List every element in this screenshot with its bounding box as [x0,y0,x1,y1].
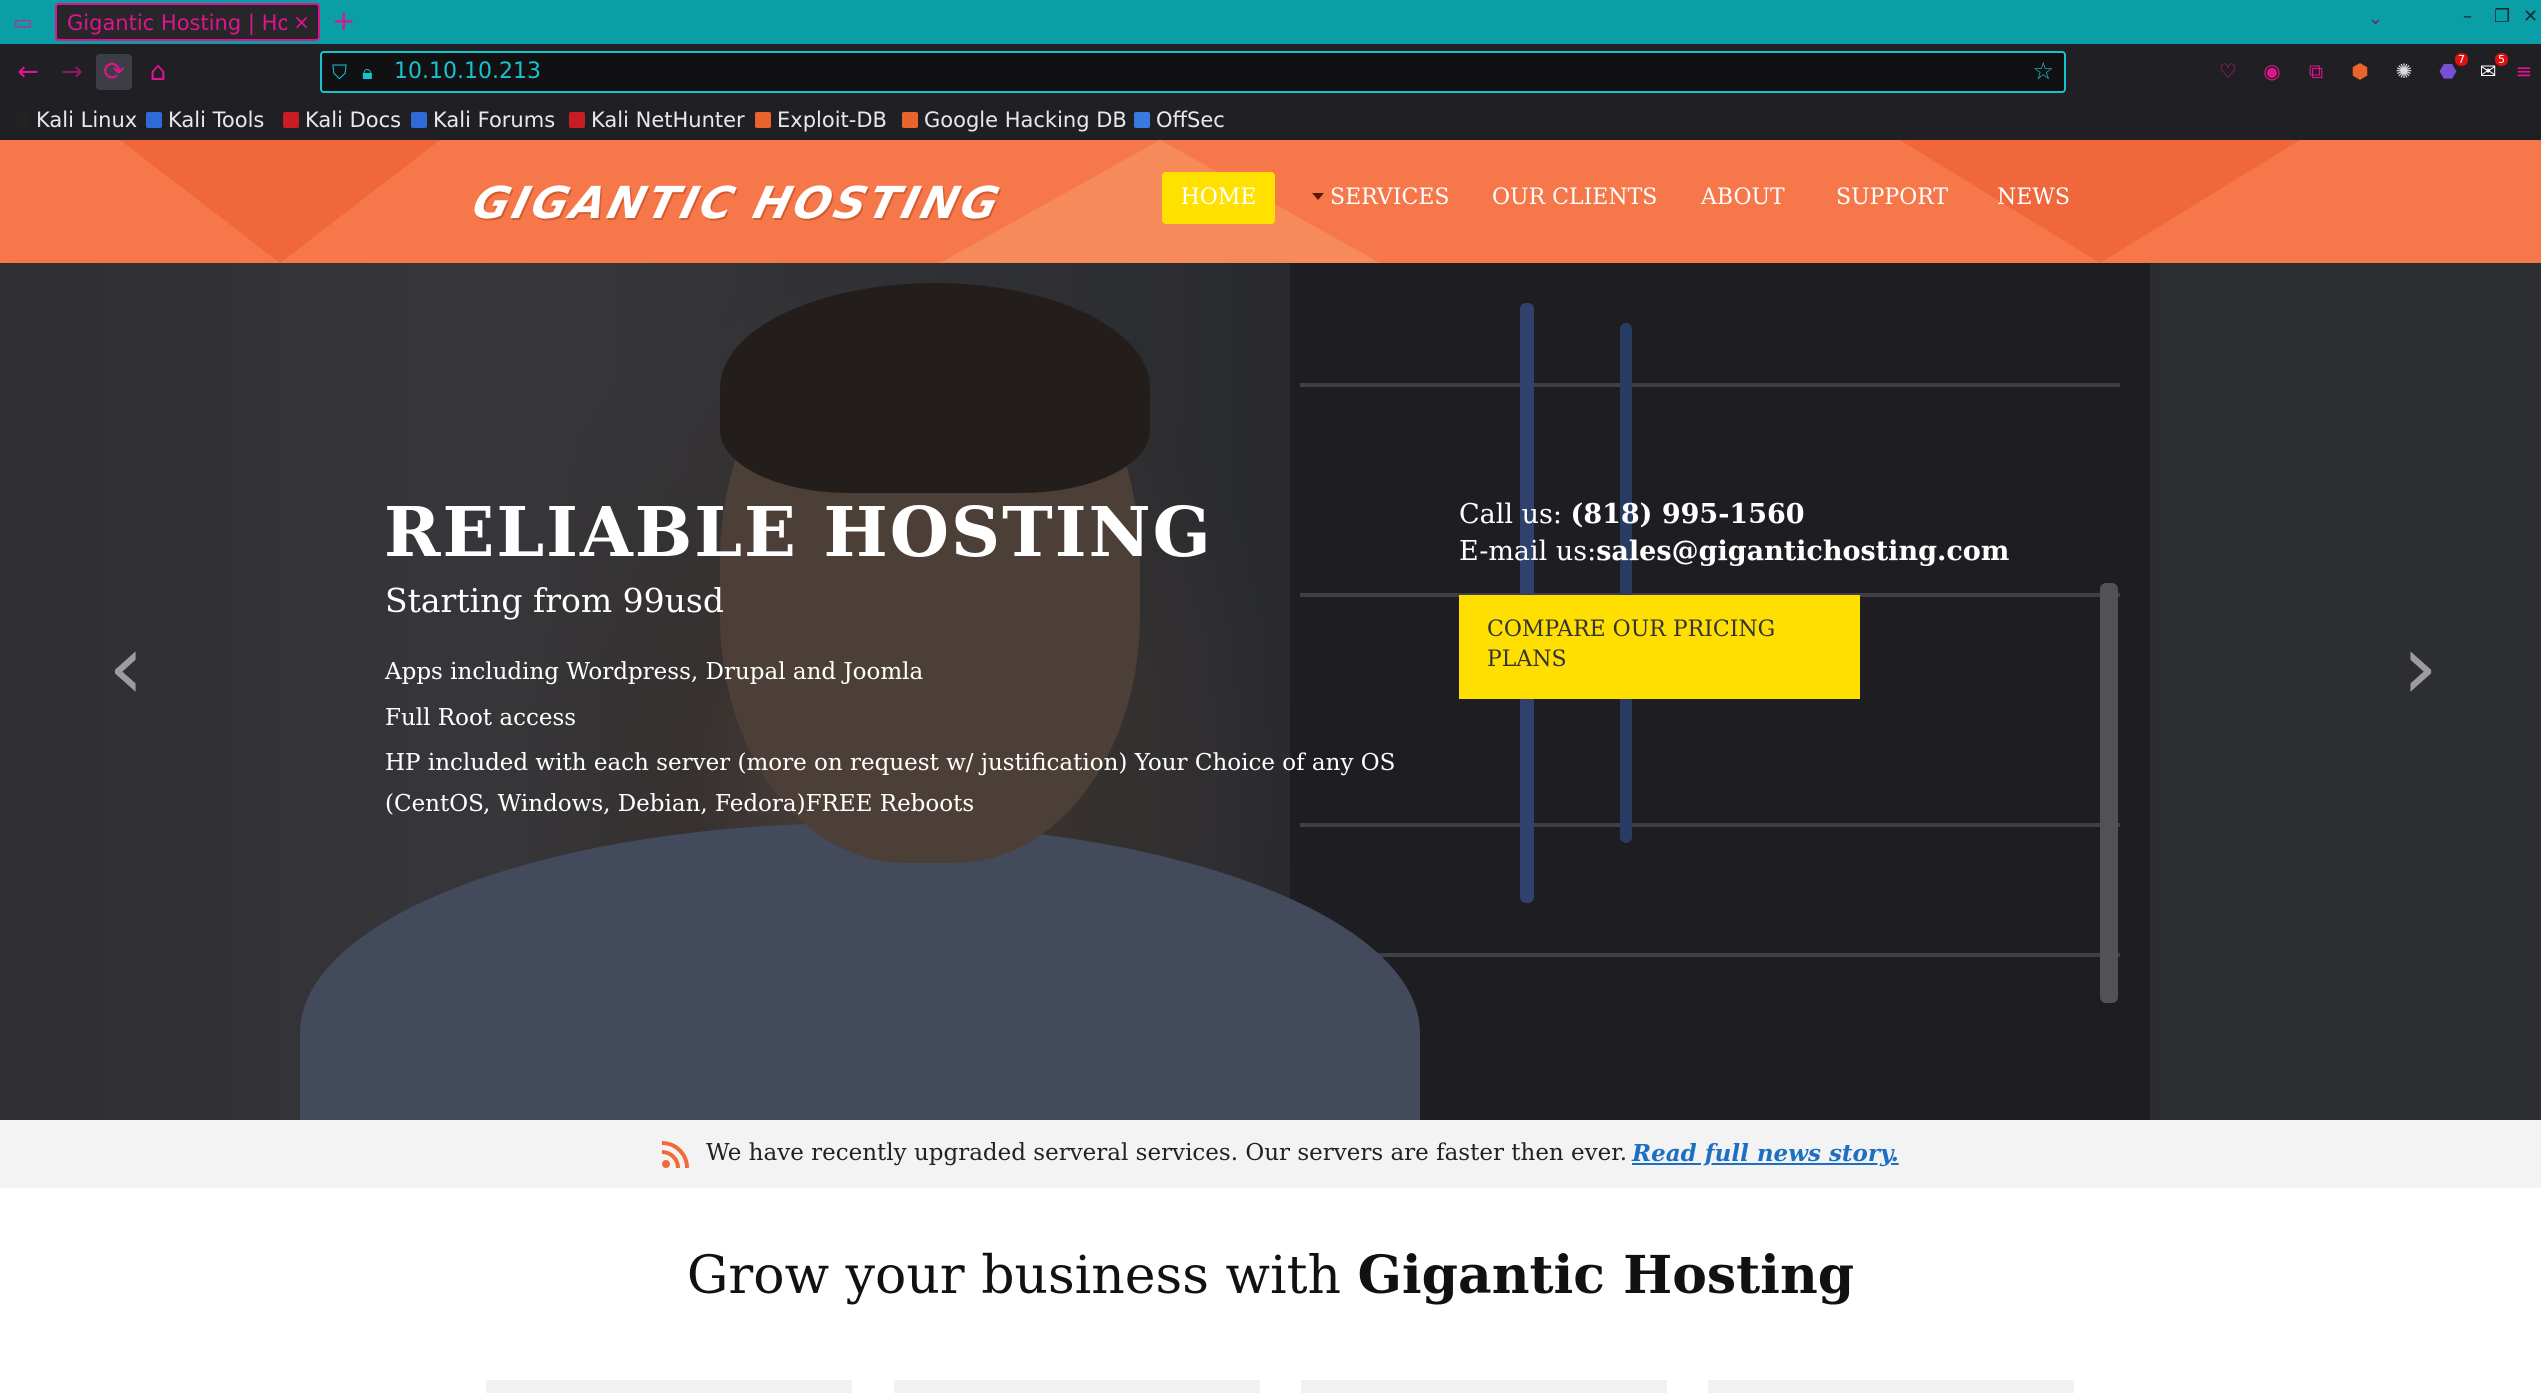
bookmark-kali-docs[interactable]: Kali Docs [283,108,401,132]
bookmark-star-icon[interactable]: ☆ [2032,57,2054,85]
close-window-icon[interactable]: ✕ [2523,6,2538,27]
kali-docs-icon [283,112,299,128]
feature-card [486,1380,852,1393]
read-news-link[interactable]: Read full news story. [1632,1140,1899,1167]
bookmark-label: Google Hacking DB [924,108,1127,132]
feature-item: HP included with each server (more on re… [385,750,1396,776]
slider-next-arrow[interactable]: › [2402,623,2442,713]
forward-icon[interactable]: → [54,54,90,90]
news-bar: We have recently upgraded serveral servi… [0,1120,2541,1188]
compare-pricing-button[interactable]: COMPARE OUR PRICING PLANS [1459,595,1860,699]
feature-item: (CentOS, Windows, Debian, Fedora)FREE Re… [385,791,975,817]
site-logo[interactable]: GIGANTIC HOSTING [468,178,1007,229]
menu-icon[interactable]: ≡ [2510,57,2538,85]
feature-item: Apps including Wordpress, Drupal and Joo… [385,659,924,685]
nav-services[interactable]: SERVICES [1312,172,1449,224]
account-icon[interactable]: ◉ [2258,57,2286,85]
extensions-icon[interactable]: ⧉ [2302,57,2330,85]
header-pattern [1900,140,2300,263]
url-text[interactable]: 10.10.10.213 [394,59,541,84]
heading-brand: Gigantic Hosting [1357,1245,1855,1306]
minimize-icon[interactable]: – [2463,6,2472,27]
lock-icon[interactable]: 🔒︎ [362,60,373,84]
bookmark-label: OffSec [1156,108,1225,132]
rss-icon [661,1141,689,1169]
feature-item: Full Root access [385,705,577,731]
bookmark-label: Kali Linux [36,108,138,132]
active-tab[interactable]: Gigantic Hosting | Hon × [55,3,320,41]
header-pattern [120,140,440,263]
reload-icon[interactable]: ⟳ [96,54,132,90]
nav-news[interactable]: NEWS [1997,172,2070,224]
contact-phone: Call us: (818) 995-1560 [1459,499,1805,530]
bookmark-label: Kali NetHunter [591,108,745,132]
nav-services-label: SERVICES [1330,185,1450,210]
tab-title: Gigantic Hosting | Hon [67,11,287,35]
slider-prev-arrow[interactable]: ‹ [108,623,148,713]
nav-about[interactable]: ABOUT [1701,172,1785,224]
navigation-toolbar: ← → ⟳ ⌂ ⛉ 🔒︎ 10.10.10.213 ☆ ♡ ◉ ⧉ ⬢ ✺ ⬣ 7… [0,44,2541,102]
hero-overlay [0,263,2541,1120]
kali-forums-icon [411,112,427,128]
email-label: E-mail us: [1459,536,1597,567]
wappalyzer-badge: 7 [2455,53,2468,66]
pocket-icon[interactable]: ♡ [2214,57,2242,85]
phone-number[interactable]: (818) 995-1560 [1571,499,1805,530]
back-icon[interactable]: ← [10,54,46,90]
exploit-db-icon [755,112,771,128]
tracking-protection-icon[interactable]: ⛉ [332,60,347,84]
bookmark-label: Kali Docs [305,108,402,132]
wappalyzer-icon[interactable]: ⬣ 7 [2434,53,2468,85]
feature-card [1708,1380,2074,1393]
container-tabs-icon[interactable]: ▭ [10,9,36,35]
home-icon[interactable]: ⌂ [140,54,176,90]
site-header: GIGANTIC HOSTING HOME SERVICES OUR CLIEN… [0,140,2541,263]
bookmark-kali-tools[interactable]: Kali Tools [146,108,264,132]
list-all-tabs-icon[interactable]: ⌄ [2368,8,2383,29]
email-address[interactable]: sales@gigantichosting.com [1596,536,2009,567]
hero-slider: ‹ › RELIABLE HOSTING Starting from 99usd… [0,263,2541,1120]
kali-tools-icon [146,112,162,128]
hero-title: RELIABLE HOSTING [384,493,1213,573]
bookmark-exploit-db[interactable]: Exploit-DB [755,108,887,132]
cookie-editor-icon[interactable]: ✺ [2390,57,2418,85]
bookmark-offsec[interactable]: OffSec [1134,108,1225,132]
dropdown-caret-icon [1312,193,1324,200]
section-heading: Grow your business with Gigantic Hosting [0,1245,2541,1306]
bookmark-kali-forums[interactable]: Kali Forums [411,108,555,132]
nav-our-clients[interactable]: OUR CLIENTS [1492,172,1657,224]
nav-support[interactable]: SUPPORT [1836,172,1948,224]
offsec-icon [1134,112,1150,128]
kali-nethunter-icon [569,112,585,128]
new-tab-button[interactable]: + [332,4,355,38]
mail-extension-icon[interactable]: ✉ 5 [2474,53,2508,85]
kali-linux-icon [14,112,30,128]
restore-icon[interactable]: ❐ [2494,6,2510,27]
address-bar[interactable]: ⛉ 🔒︎ 10.10.10.213 ☆ [320,51,2066,93]
tab-close-icon[interactable]: × [293,10,310,34]
bookmark-kali-nethunter[interactable]: Kali NetHunter [569,108,745,132]
bookmark-google-hacking-db[interactable]: Google Hacking DB [902,108,1127,132]
bookmark-label: Exploit-DB [777,108,887,132]
contact-email: E-mail us:sales@gigantichosting.com [1459,536,2009,567]
hero-subtitle: Starting from 99usd [385,581,724,620]
nav-home[interactable]: HOME [1162,172,1275,224]
google-hacking-db-icon [902,112,918,128]
tab-bar: ▭ Gigantic Hosting | Hon × + ⌄ – ❐ ✕ [0,0,2541,44]
bookmarks-toolbar: Kali Linux Kali Tools Kali Docs Kali For… [0,102,2541,140]
mail-badge: 5 [2495,53,2508,66]
heading-prefix: Grow your business with [686,1246,1358,1306]
bookmark-label: Kali Tools [168,108,265,132]
bookmark-kali-linux[interactable]: Kali Linux [14,108,137,132]
call-label: Call us: [1459,499,1571,530]
bookmark-label: Kali Forums [433,108,556,132]
news-text: We have recently upgraded serveral servi… [706,1140,1628,1166]
feature-card [1301,1380,1667,1393]
feature-card [894,1380,1260,1393]
foxyproxy-icon[interactable]: ⬢ [2346,57,2374,85]
